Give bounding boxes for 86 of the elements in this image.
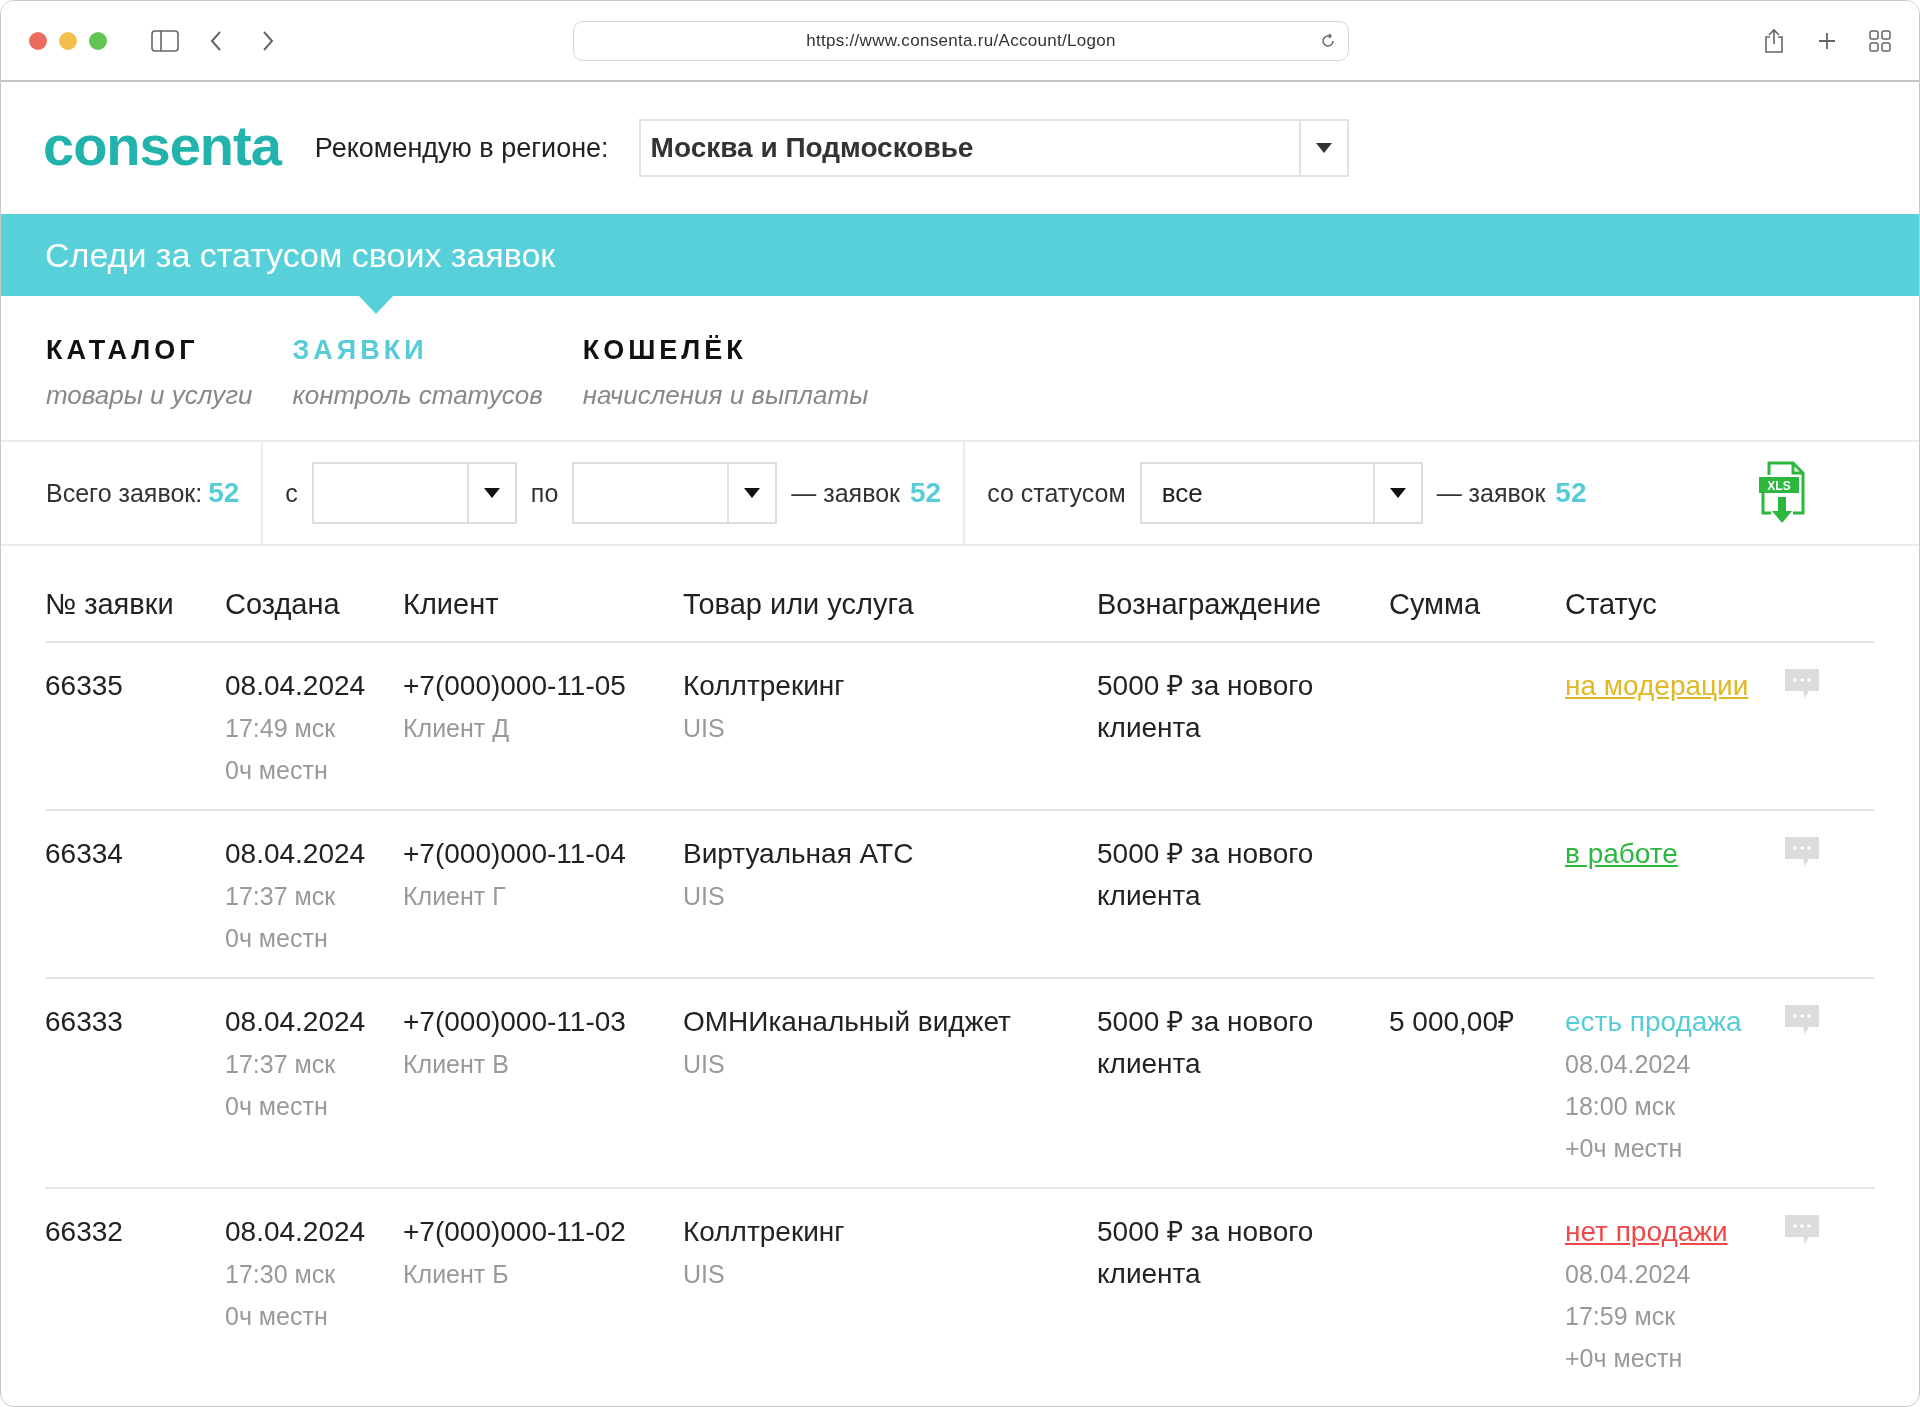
order-number: 66332 [45, 1215, 123, 1249]
column-header: Вознаграждение [1097, 588, 1323, 621]
status-filter-label: со статусом [987, 478, 1126, 508]
local-time-offset: 0ч местн [225, 1091, 328, 1122]
column-header: Создана [225, 588, 341, 621]
vendor-name: UIS [683, 1259, 725, 1290]
client-phone: +7(000)000-11-03 [403, 1005, 626, 1039]
nav-tab[interactable]: КОШЕЛЁК начисления и выплаты [582, 335, 869, 411]
created-time: 17:30 мск [225, 1259, 336, 1290]
product-name: ОМНИканальный виджет [683, 1005, 1011, 1039]
status-link[interactable]: на модерации [1565, 669, 1749, 703]
status-time: 17:59 мск [1565, 1301, 1676, 1332]
tab-overview-icon[interactable] [1869, 29, 1891, 52]
client-name: Клиент Г [403, 881, 506, 912]
address-bar[interactable]: https://www.consenta.ru/Account/Logon [573, 20, 1349, 61]
plus-icon[interactable] [1817, 30, 1837, 51]
back-icon[interactable] [209, 29, 223, 52]
created-date: 08.04.2024 [225, 1005, 366, 1039]
client-name: Клиент Д [403, 713, 510, 744]
created-date: 08.04.2024 [225, 669, 366, 703]
reload-icon[interactable] [1320, 32, 1336, 49]
client-phone: +7(000)000-11-04 [403, 837, 626, 871]
nav-tab[interactable]: ЗАЯВКИ контроль статусов [292, 335, 543, 411]
reward-text: 5000 ₽ за нового клиента [1097, 669, 1315, 745]
column-header: Товар или услуга [683, 588, 915, 621]
vendor-name: UIS [683, 881, 725, 912]
caret-icon [483, 488, 500, 498]
vendor-name: UIS [683, 713, 725, 744]
created-time: 17:37 мск [225, 1049, 336, 1080]
product-name: Коллтрекинг [683, 1215, 845, 1249]
status-local-offset: +0ч местн [1565, 1343, 1683, 1374]
from-label: с [285, 478, 298, 508]
product-name: Виртуальная АТС [683, 837, 914, 871]
forward-icon[interactable] [261, 29, 275, 52]
caret-icon [1315, 143, 1332, 153]
created-time: 17:37 мск [225, 881, 336, 912]
order-number: 66335 [45, 669, 123, 703]
to-label: по [530, 478, 559, 508]
column-header: Клиент [403, 588, 500, 621]
column-header: № заявки [45, 588, 175, 621]
local-time-offset: 0ч местн [225, 755, 328, 786]
local-time-offset: 0ч местн [225, 1301, 328, 1332]
status-time: 18:00 мск [1565, 1091, 1676, 1122]
caret-icon [1389, 488, 1406, 498]
order-number: 66334 [45, 837, 123, 871]
client-phone: +7(000)000-11-05 [403, 669, 626, 703]
client-name: Клиент Б [403, 1259, 509, 1290]
nav-tab[interactable]: КАТАЛОГ товары и услуги [46, 335, 253, 411]
created-date: 08.04.2024 [225, 1215, 366, 1249]
reward-text: 5000 ₽ за нового клиента [1097, 1215, 1315, 1291]
reward-text: 5000 ₽ за нового клиента [1097, 1005, 1315, 1081]
close-window-icon[interactable] [29, 31, 47, 50]
banner-text: Следи за статусом своих заявок [45, 235, 556, 275]
status-link[interactable]: в работе [1565, 837, 1678, 871]
status-date: 08.04.2024 [1565, 1259, 1691, 1290]
region-dropdown[interactable]: Москва и Подмосковье [638, 119, 1349, 177]
range-count-label: — заявок [791, 478, 900, 508]
client-name: Клиент В [403, 1049, 509, 1080]
zoom-window-icon[interactable] [89, 31, 107, 50]
reward-text: 5000 ₽ за нового клиента [1097, 837, 1315, 913]
client-phone: +7(000)000-11-02 [403, 1215, 626, 1249]
minimize-window-icon[interactable] [59, 31, 77, 50]
created-time: 17:49 мск [225, 713, 336, 744]
status-count-label: — заявок [1436, 478, 1546, 508]
product-name: Коллтрекинг [683, 669, 845, 703]
sidebar-icon[interactable] [151, 29, 179, 52]
sum-amount: 5 000,00₽ [1389, 1005, 1514, 1039]
column-header: Сумма [1389, 588, 1482, 621]
total-count: 52 [208, 477, 240, 509]
status-dropdown[interactable]: все [1139, 462, 1423, 524]
logo[interactable]: consenta [43, 112, 281, 178]
order-number: 66333 [45, 1005, 123, 1039]
status-link[interactable]: нет продажи [1565, 1215, 1728, 1249]
total-label: Всего заявок: [46, 478, 203, 508]
vendor-name: UIS [683, 1049, 725, 1080]
range-count: 52 [910, 477, 942, 509]
status-local-offset: +0ч местн [1565, 1133, 1683, 1164]
created-date: 08.04.2024 [225, 837, 366, 871]
region-label: Рекомендую в регионе: [314, 132, 609, 164]
status-count: 52 [1555, 477, 1587, 509]
share-icon[interactable] [1763, 27, 1785, 54]
status-date: 08.04.2024 [1565, 1049, 1691, 1080]
caret-icon [744, 488, 761, 498]
status-text: есть продажа [1565, 1005, 1742, 1039]
column-header: Статус [1565, 588, 1658, 621]
local-time-offset: 0ч местн [225, 923, 328, 954]
